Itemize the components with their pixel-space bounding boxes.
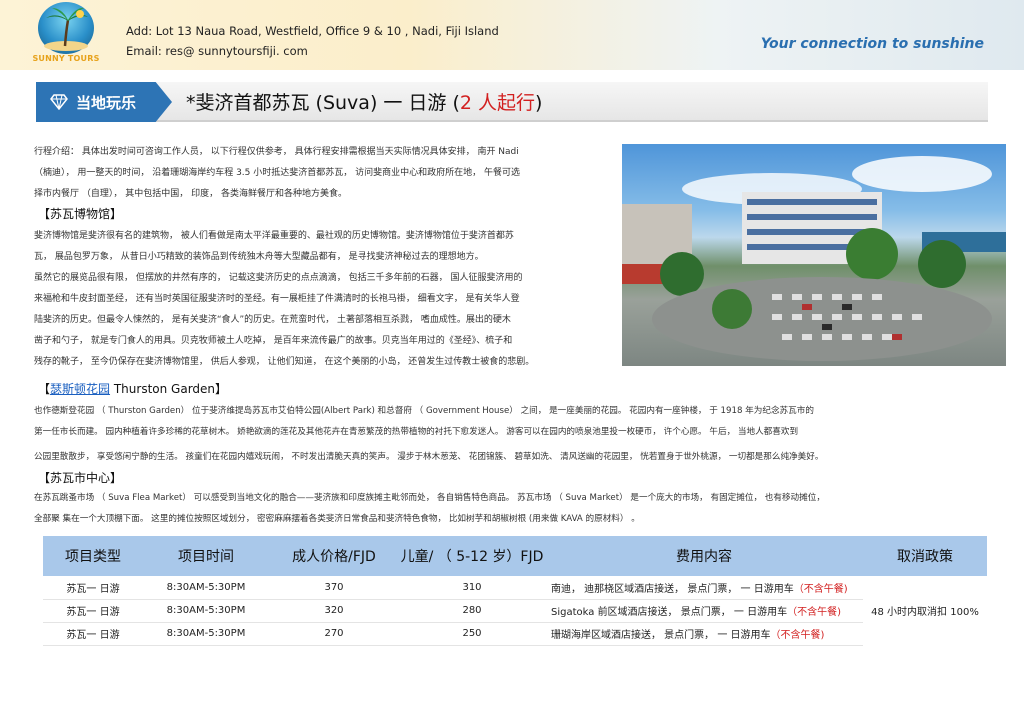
- museum-heading: 【苏瓦博物馆】: [38, 207, 123, 221]
- col-header-adult-price: 成人价格/FJD: [269, 536, 399, 576]
- fee-note: （不含午餐): [793, 583, 848, 595]
- table-row: 苏瓦一 日游 8:30AM-5:30PM 370 310 南迪， 迪那桡区域酒店…: [43, 576, 987, 618]
- museum-line: 来福枪和牛皮封面圣经， 还有当时英国征服斐济时的圣经。有一展柜挂了件满清时的长袍…: [34, 294, 520, 304]
- cell-time: 8:30AM-5:30PM: [143, 576, 269, 600]
- cell-type: 苏瓦一 日游: [43, 599, 143, 623]
- company-address: Add: Lot 13 Naua Road, Westfield, Office…: [126, 24, 499, 38]
- table-row: 苏瓦一 日游 8:30AM-5:30PM 270 250 珊瑚海岸区域酒店接送，…: [43, 622, 987, 646]
- fee-text: 南迪， 迪那桡区域酒店接送， 景点门票， 一 日游用车: [551, 583, 794, 595]
- city-center-line: 全部聚 集在一个大顶棚下面。 这里的摊位按照区域划分， 密密麻麻摆着各类斐济日常…: [34, 514, 640, 524]
- intro-line: 行程介绍： 具体出发时间可咨询工作人员， 以下行程仅供参考， 具体行程安排需根据…: [34, 147, 519, 157]
- intro-line: 择市内餐厅 （自理）， 其中包括中国， 印度， 各类海鲜餐厅和各种地方美食。: [34, 189, 347, 199]
- garden-line: 也作德斯登花园 （ Thurston Garden） 位于斐济维提岛苏瓦市艾伯特…: [34, 406, 814, 416]
- city-center-heading: 【苏瓦市中心】: [38, 471, 123, 485]
- city-center-paragraph: 在苏瓦跳蚤市场 （ Suva Flea Market） 可以感受到当地文化的融合…: [34, 488, 994, 530]
- museum-line: 凿子和勺子， 就是专门食人的用具。贝克牧师被土人吃掉， 是百年来流传最广的故事。…: [34, 336, 513, 346]
- col-header-cancel-policy: 取消政策: [863, 536, 987, 576]
- cell-time: 8:30AM-5:30PM: [143, 622, 269, 646]
- intro-paragraph: 行程介绍： 具体出发时间可咨询工作人员， 以下行程仅供参考， 具体行程安排需根据…: [34, 142, 614, 205]
- tagline: Your connection to sunshine: [760, 36, 984, 52]
- col-header-child-price: 儿童/ （ 5-12 岁）FJD: [399, 536, 545, 576]
- cell-adult-price: 320: [269, 599, 399, 623]
- thurston-garden-link[interactable]: 瑟斯顿花园: [50, 382, 110, 396]
- page-header: SUNNY TOURS Add: Lot 13 Naua Road, Westf…: [0, 0, 1024, 70]
- col-header-time: 项目时间: [143, 536, 269, 576]
- title-min-group: 2 人起行: [459, 92, 536, 114]
- fee-note: （不含午餐): [770, 630, 825, 641]
- garden-line: 公园里散散步， 享受悠闲宁静的生活。 孩童们在花园内嬉戏玩闹， 不时发出清脆天真…: [34, 452, 824, 462]
- city-center-line: 在苏瓦跳蚤市场 （ Suva Flea Market） 可以感受到当地文化的融合…: [34, 493, 825, 503]
- garden-line: 第一任市长而建。 园内种植着许多珍稀的花草树木。 娇艳欲滴的莲花及其他花卉在青葱…: [34, 427, 799, 437]
- cell-child-price: 250: [399, 622, 545, 646]
- page-title: *斐济首都苏瓦 (Suva) 一 日游 (2 人起行): [186, 88, 542, 115]
- museum-paragraph: 斐济博物馆是斐济很有名的建筑物， 被人们看做是南太平洋最重要的、最社观的历史博物…: [34, 226, 614, 373]
- title-main: *斐济首都苏瓦 (Suva) 一 日游 (: [186, 92, 460, 114]
- table-row: 苏瓦一 日游 8:30AM-5:30PM 320 280 Sigatoka 前区…: [43, 599, 987, 623]
- col-header-type: 项目类型: [43, 536, 143, 576]
- museum-line: 陆斐济的历史。但最令人悚然的， 是有关斐济“食人”的历史。在荒蛮时代， 土著部落…: [34, 315, 511, 325]
- museum-line: 斐济博物馆是斐济很有名的建筑物， 被人们看做是南太平洋最重要的、最社观的历史博物…: [34, 231, 514, 241]
- garden-heading-rest: Thurston Garden】: [110, 382, 228, 396]
- cell-adult-price: 270: [269, 622, 399, 646]
- title-end: ): [535, 92, 543, 114]
- fee-text: Sigatoka 前区域酒店接送， 景点门票， 一 日游用车: [551, 607, 788, 618]
- cell-child-price: 310: [399, 576, 545, 600]
- col-header-fee-content: 费用内容: [545, 536, 863, 576]
- fee-text: 珊瑚海岸区域酒店接送， 景点门票， 一 日游用车: [551, 630, 771, 641]
- category-label: 当地玩乐: [76, 94, 137, 112]
- suva-city-photo: [622, 144, 1006, 366]
- title-band: 当地玩乐 *斐济首都苏瓦 (Suva) 一 日游 (2 人起行): [36, 82, 988, 122]
- cell-fee-content: 南迪， 迪那桡区域酒店接送， 景点门票， 一 日游用车（不含午餐): [545, 576, 863, 600]
- garden-heading-open: 【: [38, 382, 51, 396]
- cell-fee-content: Sigatoka 前区域酒店接送， 景点门票， 一 日游用车（不含午餐): [545, 599, 863, 623]
- price-table: 项目类型 项目时间 成人价格/FJD 儿童/ （ 5-12 岁）FJD 费用内容…: [43, 536, 987, 646]
- cell-cancel-policy: 48 小时内取消扣 100%: [871, 607, 979, 618]
- garden-heading: 【瑟斯顿花园 Thurston Garden】: [38, 380, 227, 397]
- company-email[interactable]: Email: res@ sunnytoursfiji. com: [126, 44, 308, 58]
- garden-paragraph: 也作德斯登花园 （ Thurston Garden） 位于斐济维提岛苏瓦市艾伯特…: [34, 401, 994, 468]
- sunny-tours-logo: SUNNY TOURS: [30, 2, 102, 66]
- cell-type: 苏瓦一 日游: [43, 622, 143, 646]
- cell-time: 8:30AM-5:30PM: [143, 599, 269, 623]
- cell-fee-content: 珊瑚海岸区域酒店接送， 景点门票， 一 日游用车（不含午餐): [545, 622, 863, 646]
- museum-line: 虽然它的展览品很有限， 但摆放的井然有序的， 记载这斐济历史的点点滴滴， 包括三…: [34, 273, 523, 283]
- diamond-icon: [50, 94, 68, 111]
- palm-tree-logo-icon: [38, 2, 94, 54]
- museum-line: 残存的靴子， 至今仍保存在斐济博物馆里， 供后人参观， 让他们知道， 在这个美丽…: [34, 357, 535, 367]
- cell-type: 苏瓦一 日游: [43, 576, 143, 600]
- museum-line: 瓦， 展品包罗万象， 从昔日小巧精致的装饰品到传统独木舟等大型藏品都有， 是寻找…: [34, 252, 484, 262]
- cell-child-price: 280: [399, 599, 545, 623]
- cell-adult-price: 370: [269, 576, 399, 600]
- category-tag: 当地玩乐: [36, 82, 172, 122]
- logo-text: SUNNY TOURS: [32, 54, 100, 63]
- fee-note: （不含午餐): [787, 607, 842, 618]
- table-header-row: 项目类型 项目时间 成人价格/FJD 儿童/ （ 5-12 岁）FJD 费用内容…: [43, 536, 987, 576]
- intro-line: （楠迪）， 用一整天的时间， 沿着珊瑚海岸约车程 3.5 小时抵达斐济首都苏瓦，…: [34, 168, 520, 178]
